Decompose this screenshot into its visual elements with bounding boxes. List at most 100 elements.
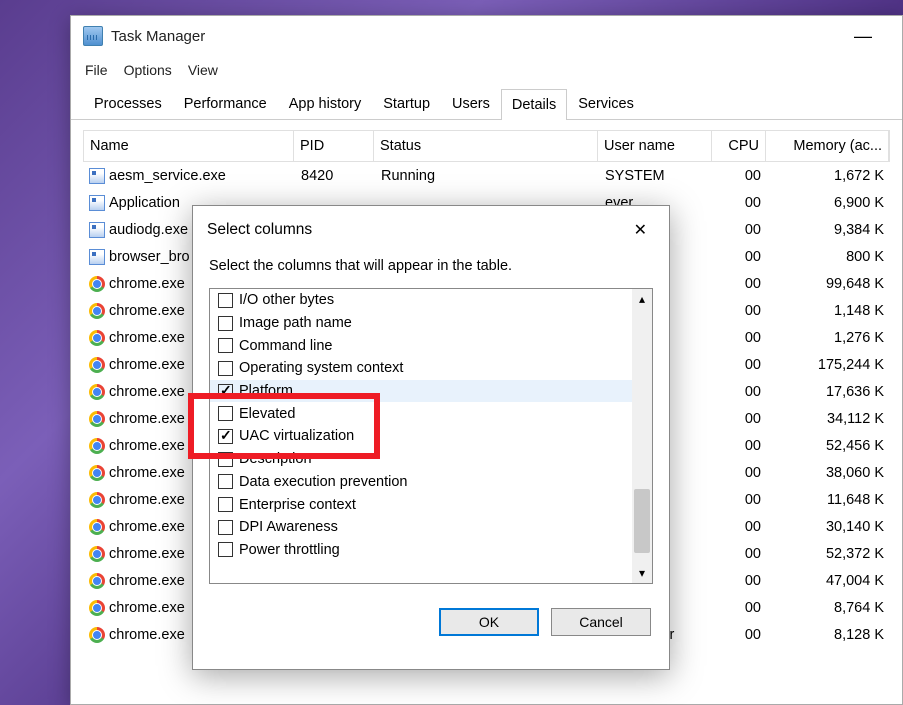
cell-mem: 800 K bbox=[767, 249, 890, 265]
cell-mem: 1,276 K bbox=[767, 330, 890, 346]
process-icon bbox=[89, 168, 105, 184]
scroll-thumb[interactable] bbox=[634, 489, 650, 553]
col-mem[interactable]: Memory (ac... bbox=[766, 131, 889, 161]
checkbox[interactable] bbox=[218, 542, 233, 557]
cell-mem: 6,900 K bbox=[767, 195, 890, 211]
window-title: Task Manager bbox=[111, 28, 205, 45]
col-name[interactable]: Name bbox=[84, 131, 294, 161]
column-option[interactable]: Command line bbox=[210, 334, 632, 357]
scroll-track[interactable] bbox=[632, 309, 652, 563]
scroll-down-icon[interactable]: ▾ bbox=[632, 563, 652, 583]
cell-pid: 8420 bbox=[295, 168, 375, 184]
tab-performance[interactable]: Performance bbox=[173, 88, 278, 119]
cell-mem: 47,004 K bbox=[767, 573, 890, 589]
minimize-button[interactable]: — bbox=[836, 20, 890, 53]
col-user[interactable]: User name bbox=[598, 131, 712, 161]
dialog-actions: OK Cancel bbox=[193, 584, 669, 636]
cancel-button[interactable]: Cancel bbox=[551, 608, 651, 636]
cell-cpu: 00 bbox=[713, 330, 767, 346]
cell-cpu: 00 bbox=[713, 303, 767, 319]
cell-mem: 30,140 K bbox=[767, 519, 890, 535]
cell-name: aesm_service.exe bbox=[83, 168, 295, 184]
dialog-description: Select the columns that will appear in t… bbox=[193, 258, 669, 288]
cell-mem: 175,244 K bbox=[767, 357, 890, 373]
column-option[interactable]: Data execution prevention bbox=[210, 471, 632, 494]
cell-cpu: 00 bbox=[713, 600, 767, 616]
task-manager-icon bbox=[83, 26, 103, 46]
table-header: Name PID Status User name CPU Memory (ac… bbox=[83, 130, 890, 162]
cell-cpu: 00 bbox=[713, 276, 767, 292]
col-cpu[interactable]: CPU bbox=[712, 131, 766, 161]
table-row[interactable]: aesm_service.exe8420RunningSYSTEM001,672… bbox=[83, 162, 890, 189]
tab-app-history[interactable]: App history bbox=[278, 88, 373, 119]
process-icon bbox=[89, 627, 105, 643]
column-option[interactable]: Image path name bbox=[210, 312, 632, 335]
process-icon bbox=[89, 384, 105, 400]
col-status[interactable]: Status bbox=[374, 131, 598, 161]
menu-bar: File Options View bbox=[71, 56, 902, 88]
column-option[interactable]: DPI Awareness bbox=[210, 516, 632, 539]
cell-mem: 8,128 K bbox=[767, 627, 890, 643]
menu-view[interactable]: View bbox=[188, 62, 218, 78]
cell-status: Running bbox=[375, 168, 599, 184]
cell-user: SYSTEM bbox=[599, 168, 713, 184]
column-option-label: Command line bbox=[239, 338, 333, 354]
process-icon bbox=[89, 546, 105, 562]
checkbox[interactable] bbox=[218, 338, 233, 353]
column-option[interactable]: Operating system context bbox=[210, 357, 632, 380]
checkbox[interactable] bbox=[218, 520, 233, 535]
cell-mem: 52,456 K bbox=[767, 438, 890, 454]
process-icon bbox=[89, 411, 105, 427]
col-pid[interactable]: PID bbox=[294, 131, 374, 161]
process-icon bbox=[89, 330, 105, 346]
menu-options[interactable]: Options bbox=[124, 62, 172, 78]
column-option-label: Enterprise context bbox=[239, 497, 356, 513]
cell-cpu: 00 bbox=[713, 384, 767, 400]
process-icon bbox=[89, 492, 105, 508]
process-icon bbox=[89, 249, 105, 265]
column-option-label: Data execution prevention bbox=[239, 474, 407, 490]
cell-mem: 11,648 K bbox=[767, 492, 890, 508]
cell-mem: 38,060 K bbox=[767, 465, 890, 481]
cell-mem: 9,384 K bbox=[767, 222, 890, 238]
cell-cpu: 00 bbox=[713, 222, 767, 238]
checkbox[interactable] bbox=[218, 474, 233, 489]
checkbox[interactable] bbox=[218, 361, 233, 376]
checkbox[interactable] bbox=[218, 293, 233, 308]
tab-startup[interactable]: Startup bbox=[372, 88, 441, 119]
tab-users[interactable]: Users bbox=[441, 88, 501, 119]
cell-cpu: 00 bbox=[713, 357, 767, 373]
annotation-highlight bbox=[188, 393, 380, 459]
cell-cpu: 00 bbox=[713, 573, 767, 589]
column-option-label: Image path name bbox=[239, 315, 352, 331]
checkbox[interactable] bbox=[218, 497, 233, 512]
column-option[interactable]: Power throttling bbox=[210, 539, 632, 562]
tabs: ProcessesPerformanceApp historyStartupUs… bbox=[71, 88, 902, 120]
column-option-label: I/O other bytes bbox=[239, 292, 334, 308]
cell-cpu: 00 bbox=[713, 438, 767, 454]
cell-mem: 52,372 K bbox=[767, 546, 890, 562]
column-option[interactable]: I/O other bytes bbox=[210, 289, 632, 312]
scroll-up-icon[interactable]: ▴ bbox=[632, 289, 652, 309]
cell-cpu: 00 bbox=[713, 492, 767, 508]
column-option-label: Power throttling bbox=[239, 542, 340, 558]
cell-mem: 1,148 K bbox=[767, 303, 890, 319]
dialog-titlebar: Select columns ✕ bbox=[193, 206, 669, 258]
tab-processes[interactable]: Processes bbox=[83, 88, 173, 119]
cell-mem: 99,648 K bbox=[767, 276, 890, 292]
ok-button[interactable]: OK bbox=[439, 608, 539, 636]
scrollbar[interactable]: ▴ ▾ bbox=[632, 289, 652, 583]
process-icon bbox=[89, 438, 105, 454]
dialog-title: Select columns bbox=[207, 221, 312, 239]
menu-file[interactable]: File bbox=[85, 62, 108, 78]
column-option-label: DPI Awareness bbox=[239, 519, 338, 535]
column-option[interactable]: Enterprise context bbox=[210, 493, 632, 516]
close-icon[interactable]: ✕ bbox=[626, 216, 655, 244]
cell-cpu: 00 bbox=[713, 249, 767, 265]
checkbox[interactable] bbox=[218, 316, 233, 331]
tab-services[interactable]: Services bbox=[567, 88, 645, 119]
titlebar: Task Manager — bbox=[71, 16, 902, 56]
tab-details[interactable]: Details bbox=[501, 89, 567, 120]
process-icon bbox=[89, 303, 105, 319]
cell-cpu: 00 bbox=[713, 465, 767, 481]
